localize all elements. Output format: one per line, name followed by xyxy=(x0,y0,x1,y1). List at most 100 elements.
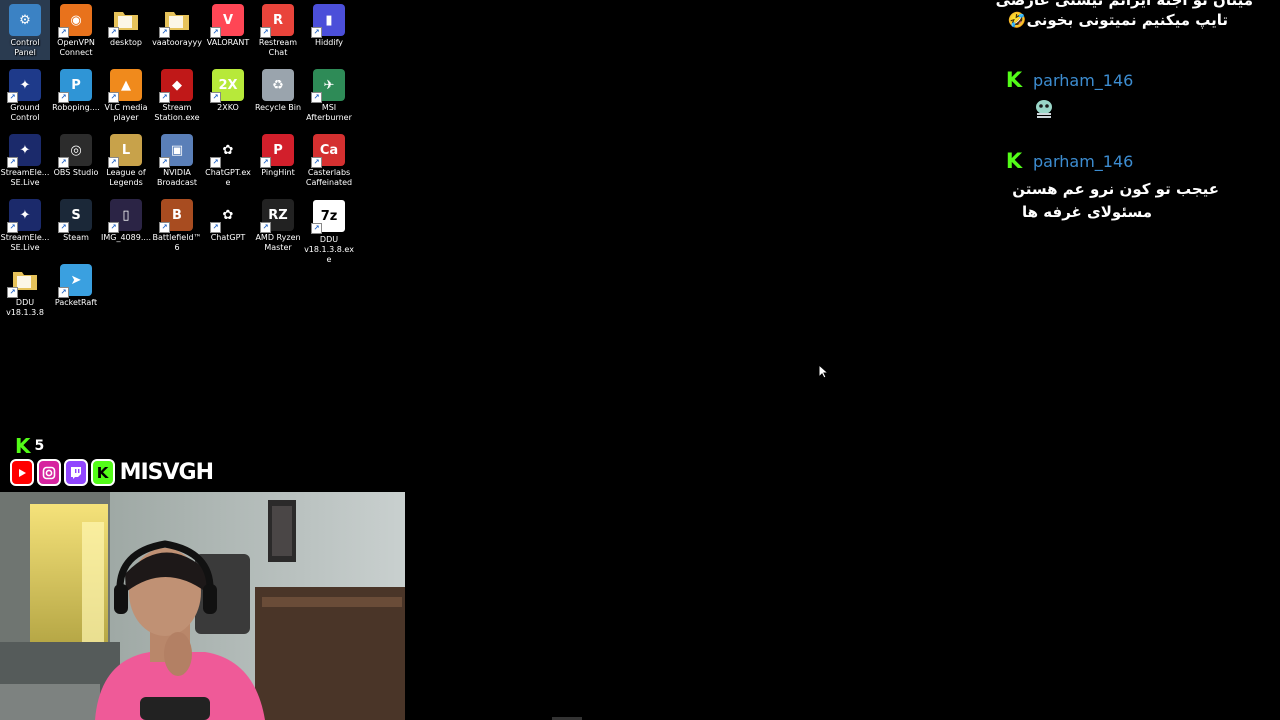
desktop-icon[interactable]: R ↗ Restream Chat xyxy=(253,0,303,60)
desktop-icon[interactable]: ♻ Recycle Bin xyxy=(253,65,303,125)
kick-badge-icon: K xyxy=(1005,149,1023,173)
desktop-icon-label: AMD Ryzen Master xyxy=(255,233,301,252)
shortcut-arrow-icon: ↗ xyxy=(58,287,69,298)
control-panel-icon: ⚙ xyxy=(9,4,41,36)
chat-username: parham_146 xyxy=(1033,71,1134,90)
shortcut-arrow-icon: ↗ xyxy=(159,157,170,168)
desktop-icon[interactable]: ▲ ↗ VLC media player xyxy=(101,65,151,125)
2xko-icon: 2X ↗ xyxy=(210,69,244,103)
shortcut-arrow-icon: ↗ xyxy=(58,157,69,168)
folder-icon: ↗ xyxy=(159,4,193,38)
desktop-icon-label: Recycle Bin xyxy=(254,103,302,112)
webcam-feed xyxy=(0,492,405,720)
desktop-icon[interactable]: Ca ↗ Casterlabs Caffeinated xyxy=(304,130,354,190)
desktop-icon[interactable]: ✈ ↗ MSI Afterburner xyxy=(304,65,354,125)
kick-icon: K xyxy=(90,459,115,486)
youtube-icon xyxy=(10,459,34,486)
shortcut-arrow-icon: ↗ xyxy=(108,27,119,38)
roboping-icon: P ↗ xyxy=(58,69,92,103)
desktop-icon[interactable]: ✿ ↗ ChatGPT.exe xyxy=(203,130,253,190)
chat-message-text: تایپ میکنیم نمیتونی بخونی🤣 xyxy=(1007,11,1228,29)
steam-icon: S ↗ xyxy=(58,199,92,233)
desktop-icon-label: ChatGPT.exe xyxy=(205,168,251,187)
desktop-icon[interactable]: L ↗ League of Legends xyxy=(101,130,151,190)
ground-control-icon: ✦ ↗ xyxy=(7,69,41,103)
chat-message-text: مسئولای غرفه ها xyxy=(1022,203,1152,221)
desktop-icon[interactable]: ✦ ↗ StreamEle... SE.Live xyxy=(0,195,50,255)
desktop-icon-label: Hiddify xyxy=(314,38,344,47)
desktop-icon[interactable]: ◉ ↗ OpenVPN Connect xyxy=(51,0,101,60)
desktop-icon-label: Restream Chat xyxy=(258,38,298,57)
viewer-count-value: 5 xyxy=(34,438,45,454)
desktop-icon-grid: ⚙ Control Panel ◉ ↗ OpenVPN Connect ↗ desktop ↗… xyxy=(0,0,360,320)
shortcut-arrow-icon: ↗ xyxy=(260,222,271,233)
desktop-icon[interactable]: B ↗ Battlefield™ 6 xyxy=(152,195,202,255)
desktop-icon[interactable]: P ↗ Roboping.... xyxy=(51,65,101,125)
desktop-icon[interactable]: ▮ ↗ Hiddify xyxy=(304,0,354,60)
folder-icon: ↗ xyxy=(108,4,142,38)
desktop-icon-label: desktop xyxy=(110,38,142,47)
msi-afterburner-icon: ✈ ↗ xyxy=(311,69,345,103)
streamer-handle: MISVGH xyxy=(119,460,214,485)
openvpn-icon: ◉ ↗ xyxy=(58,4,92,38)
desktop-icon[interactable]: ▣ ↗ NVIDIA Broadcast xyxy=(152,130,202,190)
chat-message-text: عیجب تو کون نرو عم هستن xyxy=(1012,180,1219,198)
desktop-icon[interactable]: ✦ ↗ StreamEle... SE.Live xyxy=(0,130,50,190)
desktop-icon[interactable]: ◆ ↗ Stream Station.exe xyxy=(152,65,202,125)
image-file-icon: ▯ ↗ xyxy=(108,199,142,233)
desktop-icon-label: Battlefield™ 6 xyxy=(152,233,202,252)
desktop-icon[interactable]: ✦ ↗ Ground Control xyxy=(0,65,50,125)
stream-station-icon: ◆ ↗ xyxy=(159,69,193,103)
desktop-icon[interactable]: RZ ↗ AMD Ryzen Master xyxy=(253,195,303,255)
7zip-icon: 7z ↗ xyxy=(311,199,346,234)
desktop-icon[interactable]: ▯ ↗ IMG_4089.... xyxy=(101,195,151,255)
shortcut-arrow-icon: ↗ xyxy=(260,157,271,168)
chat-username: parham_146 xyxy=(1033,152,1134,171)
obs-icon: ◎ ↗ xyxy=(58,134,92,168)
shortcut-arrow-icon: ↗ xyxy=(7,222,18,233)
social-handle-bar: K MISVGH xyxy=(10,459,214,486)
instagram-icon xyxy=(36,459,61,486)
desktop-icon[interactable]: ◎ ↗ OBS Studio xyxy=(51,130,101,190)
desktop-icon[interactable]: V ↗ VALORANT xyxy=(203,0,253,60)
shortcut-arrow-icon: ↗ xyxy=(311,223,322,234)
desktop-icon-label: VALORANT xyxy=(206,38,250,47)
shortcut-arrow-icon: ↗ xyxy=(108,157,119,168)
desktop-icon[interactable]: P ↗ PingHint xyxy=(253,130,303,190)
desktop-icon-label: Control Panel xyxy=(10,38,40,57)
desktop-icon-label: PacketRaft xyxy=(54,298,98,307)
emote-ghost-icon xyxy=(1033,99,1055,119)
desktop-icon-label: IMG_4089.... xyxy=(101,233,151,242)
desktop-icon-label: Steam xyxy=(63,233,89,242)
mouse-cursor-icon xyxy=(818,363,830,383)
desktop-icon[interactable]: ↗ desktop xyxy=(101,0,151,60)
twitch-icon xyxy=(63,459,88,486)
shortcut-arrow-icon: ↗ xyxy=(260,27,271,38)
desktop-icon-label: DDU v18.1.3.8 xyxy=(6,298,44,317)
chat-partial-message: میتان تو اجنه ایرانم نیستی عارضی xyxy=(995,0,1253,9)
desktop-icon[interactable]: ↗ vaatoorayyy xyxy=(152,0,202,60)
desktop-icon[interactable]: ✿ ↗ ChatGPT xyxy=(203,195,253,255)
desktop-icon[interactable]: 2X ↗ 2XKO xyxy=(203,65,253,125)
valorant-icon: V ↗ xyxy=(210,4,244,38)
desktop-icon-label: NVIDIA Broadcast xyxy=(156,168,198,187)
desktop-icon[interactable]: 7z ↗ DDU v18.1.3.8.exe xyxy=(304,195,354,264)
shortcut-arrow-icon: ↗ xyxy=(58,92,69,103)
shortcut-arrow-icon: ↗ xyxy=(210,222,221,233)
viewer-count: K 5 xyxy=(15,434,45,458)
desktop-icon[interactable]: ➤ ↗ PacketRaft xyxy=(51,260,101,320)
streamelements-icon: ✦ ↗ xyxy=(7,199,41,233)
casterlabs-icon: Ca ↗ xyxy=(311,134,345,168)
shortcut-arrow-icon: ↗ xyxy=(7,157,18,168)
desktop-icon-label: MSI Afterburner xyxy=(306,103,352,122)
desktop-icon[interactable]: ↗ DDU v18.1.3.8 xyxy=(0,260,50,320)
desktop-icon-label: Roboping.... xyxy=(52,103,100,112)
shortcut-arrow-icon: ↗ xyxy=(311,27,322,38)
recycle-bin-icon: ♻ xyxy=(262,69,294,101)
desktop-icon-label: ChatGPT xyxy=(210,233,246,242)
desktop-icon[interactable]: ⚙ Control Panel xyxy=(0,0,50,60)
desktop-icon[interactable]: S ↗ Steam xyxy=(51,195,101,255)
shortcut-arrow-icon: ↗ xyxy=(159,27,170,38)
vlc-icon: ▲ ↗ xyxy=(108,69,142,103)
shortcut-arrow-icon: ↗ xyxy=(7,92,18,103)
